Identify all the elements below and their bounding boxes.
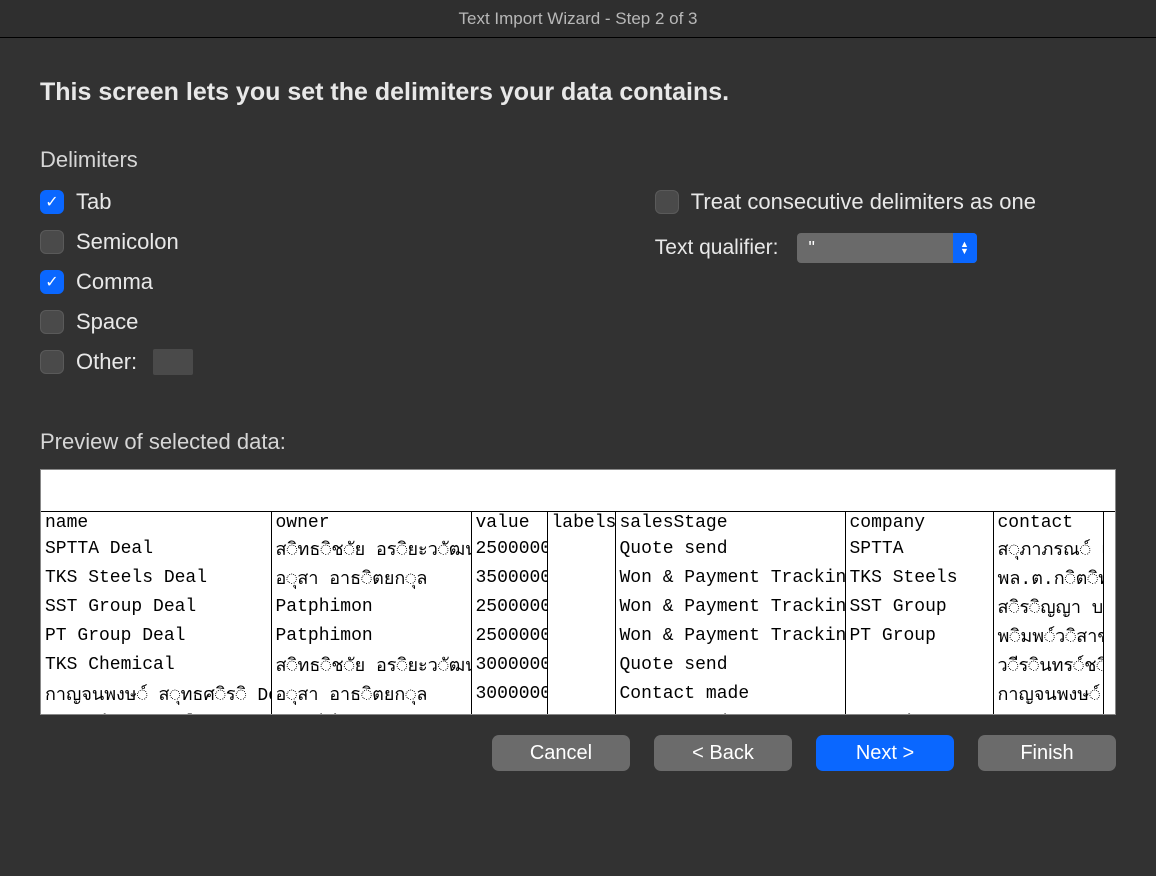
wizard-buttons: Cancel < Back Next > Finish (40, 735, 1116, 771)
delimiters-label: Delimiters (40, 147, 1116, 173)
delimiter-space-row: Space (40, 309, 193, 335)
other-label: Other: (76, 349, 137, 375)
comma-checkbox[interactable]: ✓ (40, 270, 64, 294)
space-label: Space (76, 309, 138, 335)
comma-label: Comma (76, 269, 153, 295)
delimiters-checkboxes: ✓ Tab Semicolon ✓ Comma Space Other: (40, 189, 193, 375)
cancel-button[interactable]: Cancel (492, 735, 630, 771)
col-header-owner: owner (271, 512, 471, 534)
col-header-contact: contact (993, 512, 1103, 534)
text-qualifier-value: " (809, 238, 815, 259)
table-row: กาญจนพงษ◌์ ส◌ุทธศ◌ิร◌ิ Dealอ◌ุสา อาธ◌ิตย… (41, 679, 1103, 708)
wizard-content: This screen lets you set the delimiters … (0, 38, 1156, 876)
semicolon-label: Semicolon (76, 229, 179, 255)
window-title: Text Import Wizard - Step 2 of 3 (458, 9, 697, 29)
table-row: TKS Chemicalส◌ิทธ◌ิช◌ัย อร◌ิยะว◌ัฒนา3000… (41, 650, 1103, 679)
table-row: PT Group DealPatphimon2500000Won & Payme… (41, 621, 1103, 650)
table-row: SPTTA Dealส◌ิทธ◌ิช◌ัย อร◌ิยะว◌ัฒนา250000… (41, 534, 1103, 563)
table-row: TKS Steels Dealอ◌ุสา อาธ◌ิตยก◌ุล3500000W… (41, 563, 1103, 592)
window-titlebar: Text Import Wizard - Step 2 of 3 (0, 0, 1156, 38)
other-checkbox[interactable] (40, 350, 64, 374)
other-delimiter-input[interactable] (153, 349, 193, 375)
delimiter-comma-row: ✓ Comma (40, 269, 193, 295)
page-heading: This screen lets you set the delimiters … (40, 78, 1116, 107)
semicolon-checkbox[interactable] (40, 230, 64, 254)
preview-ruler (41, 470, 1115, 512)
treat-consecutive-checkbox[interactable] (655, 190, 679, 214)
treat-consecutive-row: Treat consecutive delimiters as one (655, 189, 1036, 215)
preview-panel: name owner value labels salesStage compa… (40, 469, 1116, 715)
finish-button[interactable]: Finish (978, 735, 1116, 771)
col-header-company: company (845, 512, 993, 534)
chevron-updown-icon: ▲▼ (953, 233, 977, 263)
preview-table: name owner value labels salesStage compa… (41, 512, 1104, 715)
preview-label: Preview of selected data: (40, 429, 1116, 455)
text-qualifier-row: Text qualifier: " ▲▼ (655, 233, 1036, 263)
text-qualifier-label: Text qualifier: (655, 236, 779, 260)
table-row: VS Paints DealPatphimon3500000Quote send… (41, 708, 1103, 715)
col-header-stage: salesStage (615, 512, 845, 534)
col-header-value: value (471, 512, 547, 534)
next-button[interactable]: Next > (816, 735, 954, 771)
delimiter-other-row: Other: (40, 349, 193, 375)
table-row: SST Group DealPatphimon2500000Won & Paym… (41, 592, 1103, 621)
col-header-labels: labels (547, 512, 615, 534)
col-header-name: name (41, 512, 271, 534)
delimiters-area: ✓ Tab Semicolon ✓ Comma Space Other: (40, 189, 1116, 375)
back-button[interactable]: < Back (654, 735, 792, 771)
tab-checkbox[interactable]: ✓ (40, 190, 64, 214)
treat-consecutive-label: Treat consecutive delimiters as one (691, 189, 1036, 215)
delimiter-options-col: Treat consecutive delimiters as one Text… (655, 189, 1036, 375)
delimiter-semicolon-row: Semicolon (40, 229, 193, 255)
space-checkbox[interactable] (40, 310, 64, 334)
preview-header-row: name owner value labels salesStage compa… (41, 512, 1103, 534)
text-qualifier-select[interactable]: " ▲▼ (797, 233, 977, 263)
tab-label: Tab (76, 189, 111, 215)
delimiter-tab-row: ✓ Tab (40, 189, 193, 215)
